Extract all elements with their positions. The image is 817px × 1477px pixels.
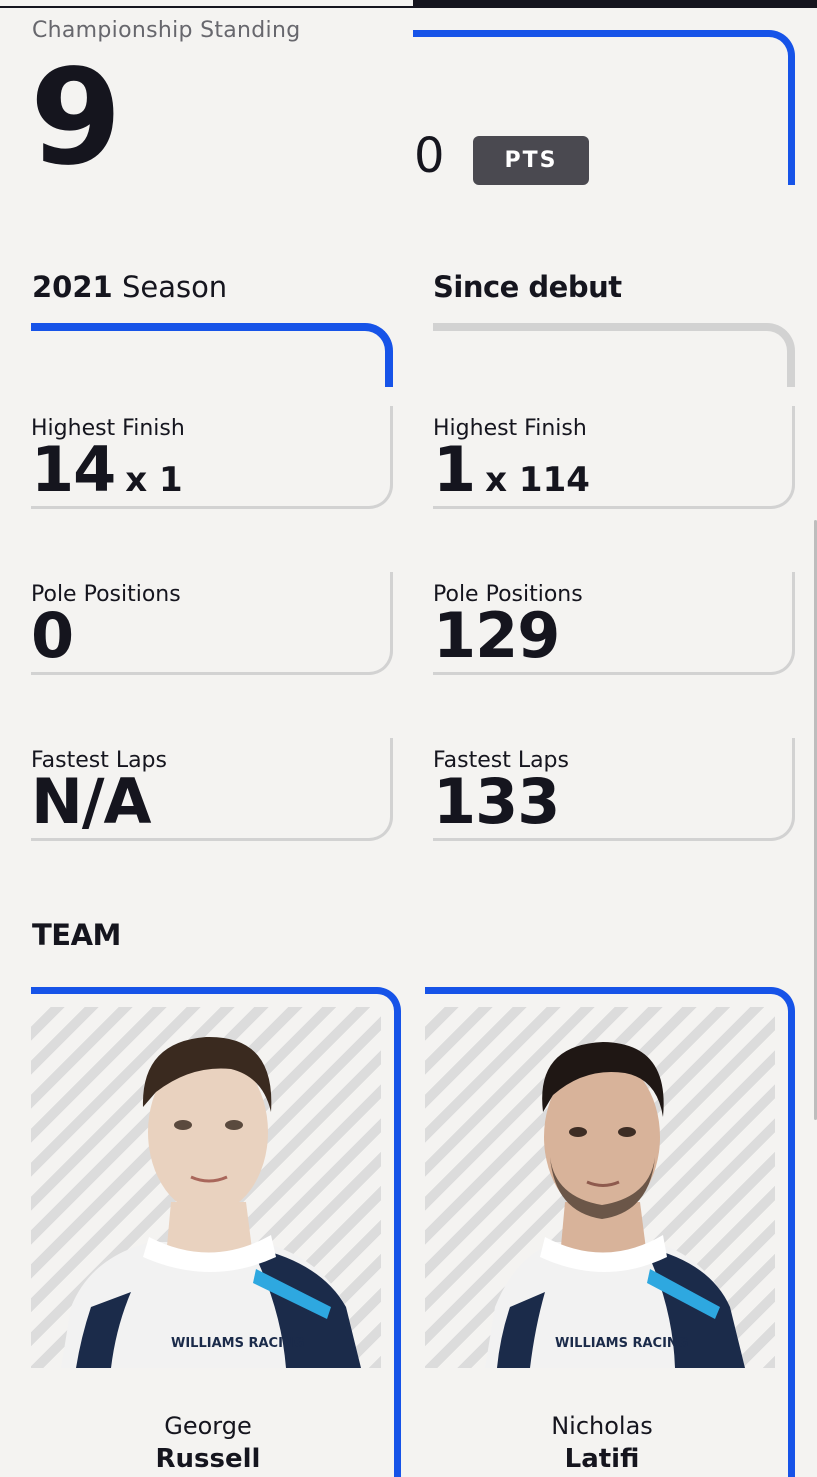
debut-column-accent xyxy=(433,323,795,387)
top-dark-bar xyxy=(413,0,817,8)
stat-value: 1x 114 xyxy=(433,433,590,506)
season-year: 2021 xyxy=(32,270,113,304)
suit-logo: WILLIAMS RACING xyxy=(555,1336,688,1351)
debut-highest-finish-stat: Highest Finish 1x 114 xyxy=(433,406,795,509)
driver-portrait-image: WILLIAMS RACING xyxy=(485,1042,745,1368)
driver-first-name: Nicholas xyxy=(551,1412,653,1440)
points-value: 0 xyxy=(414,128,445,184)
season-column-title: 2021 Season xyxy=(32,270,227,304)
debut-pole-positions-stat: Pole Positions 129 xyxy=(433,572,795,675)
highest-finish-count: x 114 xyxy=(485,460,590,500)
stat-value: 133 xyxy=(433,765,560,838)
stat-value: 14 x 1 xyxy=(31,433,183,506)
points-card-frame xyxy=(413,30,795,185)
season-column-accent xyxy=(31,323,393,387)
debut-column-title: Since debut xyxy=(433,270,622,304)
season-fastest-laps-stat: Fastest Laps N/A xyxy=(31,738,393,841)
debut-fastest-laps-stat: Fastest Laps 133 xyxy=(433,738,795,841)
top-tab-underline xyxy=(0,0,413,8)
driver-portrait: WILLIAMS RACING xyxy=(425,1007,775,1368)
driver-portrait: WILLIAMS RACING xyxy=(31,1007,381,1368)
driver-last-name: Russell xyxy=(155,1444,261,1474)
points-unit-badge: PTS xyxy=(473,136,589,185)
stat-value: 0 xyxy=(31,599,74,672)
driver-card-latifi[interactable]: WILLIAMS RACING Nicholas Latifi xyxy=(425,987,795,1477)
stat-value: 129 xyxy=(433,599,560,672)
championship-standing-label: Championship Standing xyxy=(32,18,301,43)
team-section-title: TEAM xyxy=(32,918,121,952)
stat-value: N/A xyxy=(31,765,152,838)
season-pole-positions-stat: Pole Positions 0 xyxy=(31,572,393,675)
driver-portrait-image: WILLIAMS RACING xyxy=(61,1036,361,1368)
highest-finish-position: 1 xyxy=(433,433,476,506)
driver-last-name: Latifi xyxy=(564,1444,640,1474)
championship-position: 9 xyxy=(30,41,122,195)
suit-logo: WILLIAMS RACING xyxy=(171,1336,304,1351)
highest-finish-position: 14 xyxy=(31,433,116,506)
highest-finish-count: x 1 xyxy=(125,460,183,500)
season-word: Season xyxy=(121,270,228,304)
driver-card-russell[interactable]: WILLIAMS RACING George Russell xyxy=(31,987,401,1477)
season-highest-finish-stat: Highest Finish 14 x 1 xyxy=(31,406,393,509)
driver-first-name: George xyxy=(164,1412,252,1440)
